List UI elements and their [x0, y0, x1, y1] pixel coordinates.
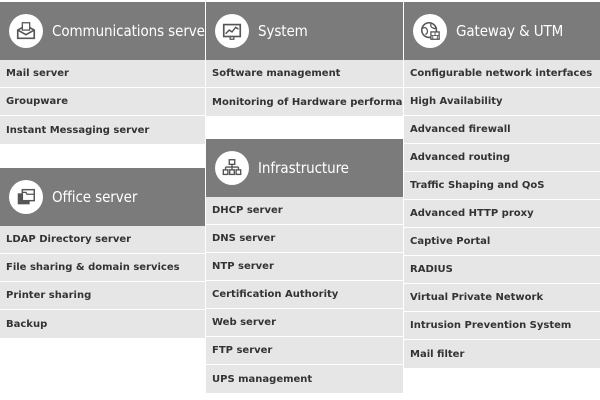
list-item[interactable]: Software management — [206, 60, 403, 88]
panel-title: Communications server — [52, 22, 211, 40]
panel-title: Gateway & UTM — [456, 22, 564, 40]
list-item[interactable]: Captive Portal — [404, 228, 600, 256]
system-list: Software management Monitoring of Hardwa… — [206, 60, 403, 116]
list-item[interactable]: DNS server — [206, 225, 403, 253]
list-item[interactable]: Virtual Private Network — [404, 284, 600, 312]
list-item[interactable]: Advanced HTTP proxy — [404, 200, 600, 228]
gateway-list: Configurable network interfaces High Ava… — [404, 60, 600, 368]
list-item[interactable]: DHCP server — [206, 197, 403, 225]
list-item[interactable]: Monitoring of Hardware performance — [206, 88, 403, 116]
system-panel: System Software management Monitoring of… — [206, 2, 403, 116]
list-item[interactable]: Intrusion Prevention System — [404, 312, 600, 340]
office-server-header: Office server — [0, 168, 205, 226]
list-item[interactable]: FTP server — [206, 337, 403, 365]
list-item[interactable]: Groupware — [0, 88, 205, 116]
list-item[interactable]: Mail filter — [404, 340, 600, 368]
list-item[interactable]: Advanced firewall — [404, 116, 600, 144]
list-item[interactable]: High Availability — [404, 88, 600, 116]
monitor-chart-icon — [215, 14, 249, 48]
list-item[interactable]: Traffic Shaping and QoS — [404, 172, 600, 200]
gateway-utm-panel: Gateway & UTM Configurable network inter… — [404, 2, 600, 368]
list-item[interactable]: Configurable network interfaces — [404, 60, 600, 88]
list-item[interactable]: Certification Authority — [206, 281, 403, 309]
system-header: System — [206, 2, 403, 60]
list-item[interactable]: Instant Messaging server — [0, 116, 205, 144]
panel-title: Office server — [52, 188, 138, 206]
list-item[interactable]: Mail server — [0, 60, 205, 88]
list-item[interactable]: RADIUS — [404, 256, 600, 284]
list-item[interactable]: Web server — [206, 309, 403, 337]
envelope-icon — [9, 14, 43, 48]
communications-list: Mail server Groupware Instant Messaging … — [0, 60, 205, 144]
communications-server-header: Communications server — [0, 2, 210, 60]
panel-title: System — [258, 22, 308, 40]
infrastructure-list: DHCP server DNS server NTP server Certif… — [206, 197, 403, 393]
list-item[interactable]: Advanced routing — [404, 144, 600, 172]
list-item[interactable]: File sharing & domain services — [0, 254, 205, 282]
list-item[interactable]: LDAP Directory server — [0, 226, 205, 254]
office-server-panel: Office server LDAP Directory server File… — [0, 168, 205, 338]
list-item[interactable]: UPS management — [206, 365, 403, 393]
infrastructure-header: Infrastructure — [206, 139, 403, 197]
panel-title: Infrastructure — [258, 159, 349, 177]
folders-icon — [9, 180, 43, 214]
office-list: LDAP Directory server File sharing & dom… — [0, 226, 205, 338]
infrastructure-panel: Infrastructure DHCP server DNS server NT… — [206, 139, 403, 393]
list-item[interactable]: Printer sharing — [0, 282, 205, 310]
list-item[interactable]: Backup — [0, 310, 205, 338]
globe-firewall-icon — [413, 14, 447, 48]
network-icon — [215, 151, 249, 185]
gateway-utm-header: Gateway & UTM — [404, 2, 600, 60]
communications-server-panel: Communications server Mail server Groupw… — [0, 2, 210, 144]
list-item[interactable]: NTP server — [206, 253, 403, 281]
